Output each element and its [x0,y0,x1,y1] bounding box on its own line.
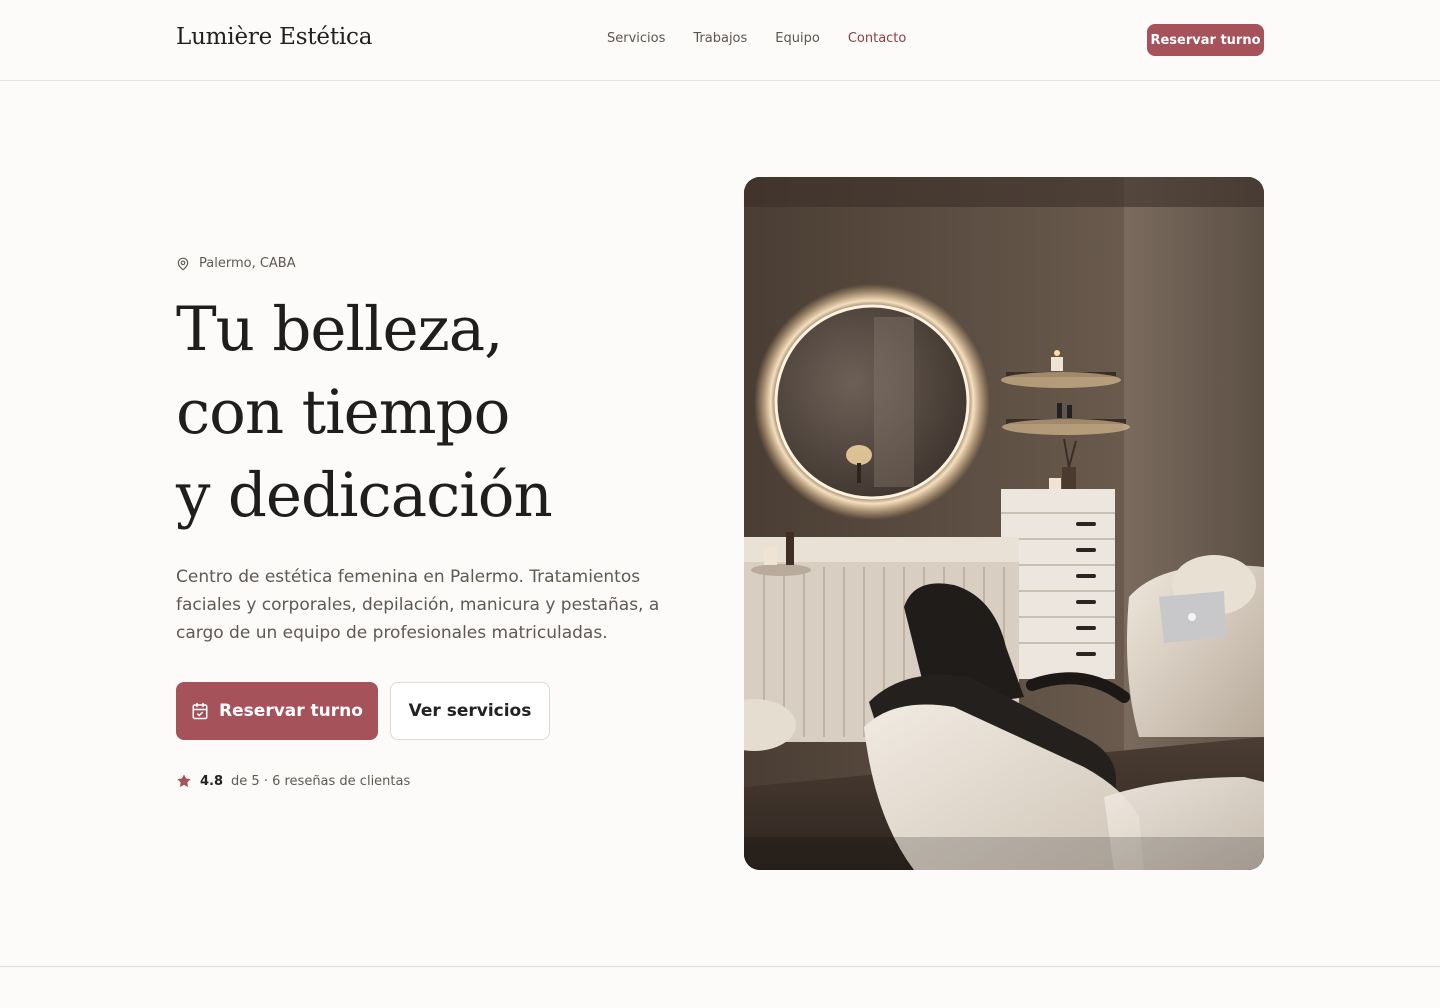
salon-interior-illustration [744,177,1264,870]
main-nav: Servicios Trabajos Equipo Contacto [607,31,906,46]
hero-description: Centro de estética femenina en Palermo. … [176,567,660,643]
header-reservar-button[interactable]: Reservar turno [1147,24,1264,56]
rating-text: de 5 · 6 reseñas de clientas [231,773,411,789]
location-text: Palermo, CABA [199,256,296,271]
nav-link-equipo[interactable]: Equipo [775,31,820,46]
reservar-turno-label: Reservar turno [219,701,363,721]
salon-photo [744,177,1264,870]
brand-logo[interactable]: Lumière Estética [176,24,372,50]
map-pin-icon [177,257,189,270]
headline-line-1: Tu belleza, [176,294,504,365]
star-icon [177,774,191,788]
headline-line-2: con tiempo [176,377,510,448]
calendar-check-icon [192,702,208,720]
nav-link-trabajos[interactable]: Trabajos [693,31,747,46]
site-header: Lumière Estética Servicios Trabajos Equi… [0,0,1440,81]
headline-line-3: y dedicación [176,460,553,531]
nav-link-servicios[interactable]: Servicios [607,31,665,46]
nav-link-contacto[interactable]: Contacto [848,31,907,46]
rating-score: 4.8 [200,773,224,789]
hero-headline: Tu belleza, con tiempo y dedicación [176,288,716,537]
reservar-turno-button[interactable]: Reservar turno [176,682,378,740]
ver-servicios-button[interactable]: Ver servicios [390,682,550,740]
location-tag: Palermo, CABA [176,256,296,271]
rating-summary: 4.8 de 5 · 6 reseñas de clientas [176,773,410,789]
section-divider [0,966,1440,967]
